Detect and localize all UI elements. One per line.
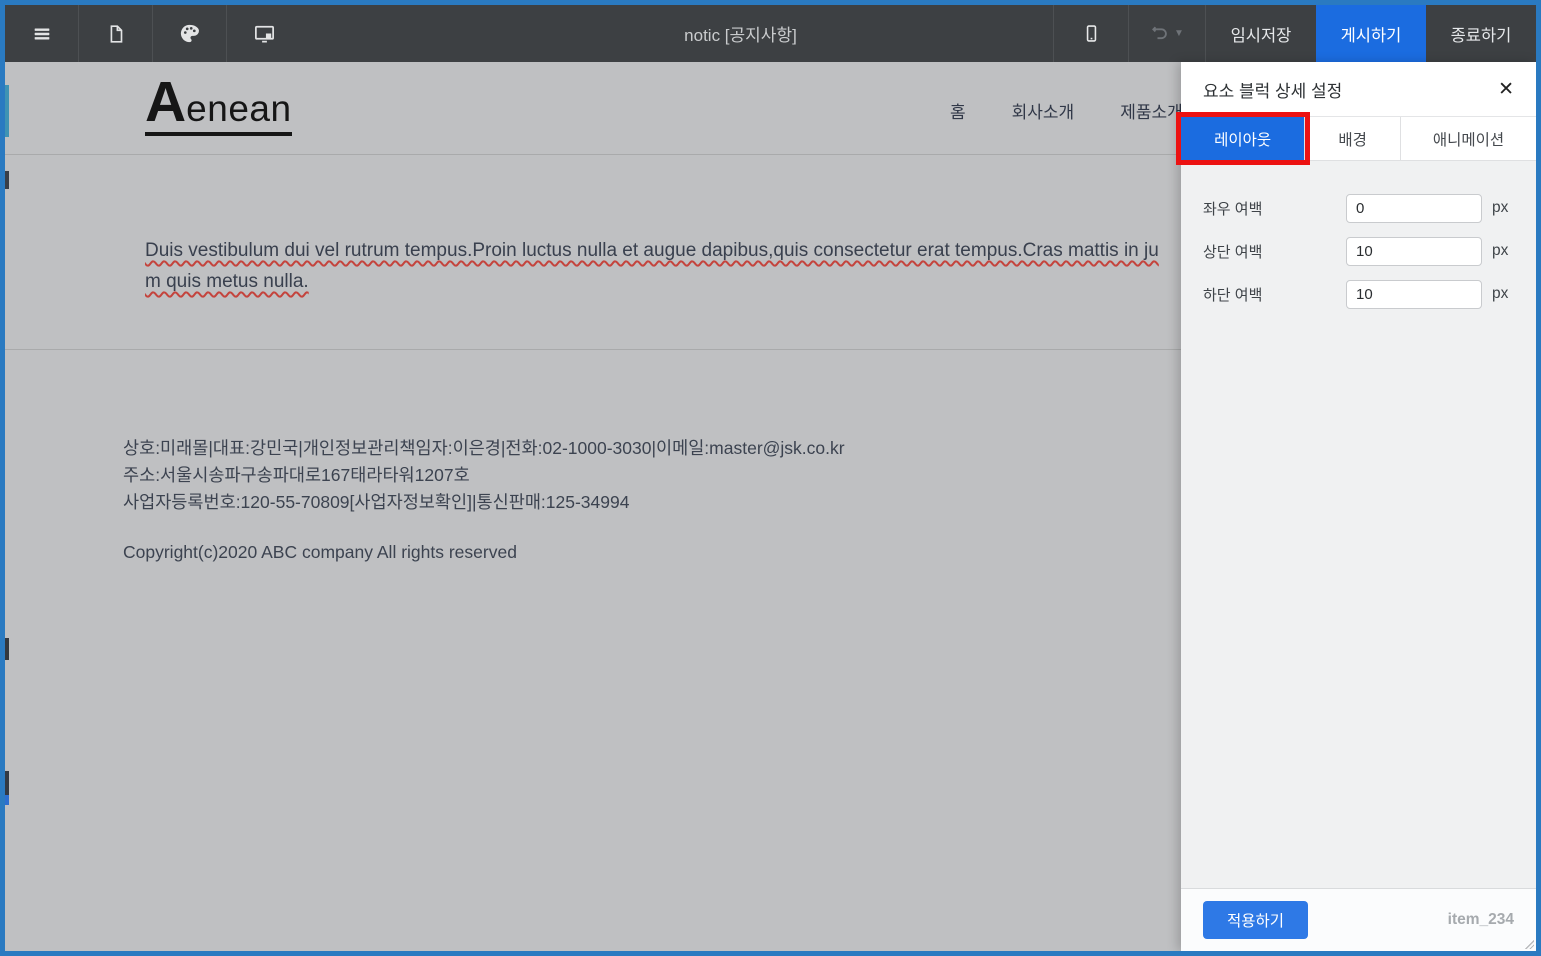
exit-button[interactable]: 종료하기 [1426,5,1536,62]
monitor-icon [253,22,276,45]
footer-copyright: Copyright(c)2020 ABC company All rights … [123,542,845,563]
footer-address-line: 주소:서울시송파구송파대로167태라타워1207호 [123,462,845,489]
horizontal-margin-input[interactable] [1346,194,1482,223]
desktop-view-button[interactable] [227,5,301,62]
logo-text: enean [186,88,291,129]
panel-header: 요소 블럭 상세 설정 ✕ [1181,62,1536,117]
field-label-horizontal-margin: 좌우 여백 [1203,198,1346,219]
page-button[interactable] [79,5,153,62]
clipped-element-sliver [5,638,9,660]
panel-footer: 적용하기 item_234 [1181,888,1536,951]
field-row-top-margin: 상단 여백 px [1203,236,1514,266]
site-nav: 홈 회사소개 제품소개 [950,98,1183,123]
tab-layout[interactable]: 레이아웃 [1181,117,1305,160]
temp-save-button[interactable]: 임시저장 [1206,5,1316,62]
site-footer-text: 상호:미래몰|대표:강민국|개인정보관리책임자:이은경|전화:02-1000-3… [123,435,845,563]
apply-button[interactable]: 적용하기 [1203,901,1308,939]
resize-grip-icon[interactable] [1523,938,1534,949]
publish-button[interactable]: 게시하기 [1316,5,1426,62]
tab-background[interactable]: 배경 [1305,117,1401,160]
mobile-preview-button[interactable] [1054,5,1128,62]
undo-dropdown-caret[interactable]: ▼ [1174,29,1184,39]
undo-icon [1150,21,1170,46]
bottom-margin-input[interactable] [1346,280,1482,309]
nav-item-home[interactable]: 홈 [950,98,966,123]
block-settings-panel: 요소 블럭 상세 설정 ✕ 레이아웃 배경 애니메이션 좌우 여백 px 상단 … [1181,62,1536,951]
field-row-bottom-margin: 하단 여백 px [1203,279,1514,309]
close-icon[interactable]: ✕ [1498,80,1514,99]
footer-registration-line: 사업자등록번호:120-55-70809[사업자정보확인]|통신판매:125-3… [123,489,845,516]
nav-item-company[interactable]: 회사소개 [1012,98,1075,123]
document-icon [105,23,127,45]
unit-label: px [1492,285,1514,303]
toolbar-right-group: ▼ 임시저장 게시하기 종료하기 [1053,5,1536,62]
menu-icon [31,23,53,45]
panel-tabs: 레이아웃 배경 애니메이션 [1181,117,1536,161]
top-toolbar: notic [공지사항] [5,5,1536,62]
clipped-element-sliver [5,171,9,189]
panel-title: 요소 블럭 상세 설정 [1203,77,1342,102]
clipped-element-sliver [5,771,9,795]
tab-animation[interactable]: 애니메이션 [1401,117,1536,160]
unit-label: px [1492,199,1514,217]
mobile-icon [1081,23,1102,44]
site-logo[interactable]: Aenean [145,74,292,136]
top-margin-input[interactable] [1346,237,1482,266]
field-label-top-margin: 상단 여백 [1203,241,1346,262]
undo-button[interactable]: ▼ [1129,5,1205,62]
footer-company-line: 상호:미래몰|대표:강민국|개인정보관리책임자:이은경|전화:02-1000-3… [123,435,845,462]
clipped-element-sliver [5,85,9,137]
palette-icon [178,22,201,45]
theme-button[interactable] [153,5,227,62]
selected-item-id: item_234 [1448,911,1514,929]
menu-button[interactable] [5,5,79,62]
nav-item-products[interactable]: 제품소개 [1120,98,1183,123]
panel-body: 좌우 여백 px 상단 여백 px 하단 여백 px [1181,161,1536,888]
field-row-horizontal-margin: 좌우 여백 px [1203,193,1514,223]
logo-initial: A [145,70,186,134]
editor-window: notic [공지사항] [0,0,1541,956]
field-label-bottom-margin: 하단 여백 [1203,284,1346,305]
unit-label: px [1492,242,1514,260]
clipped-element-sliver [5,795,9,805]
